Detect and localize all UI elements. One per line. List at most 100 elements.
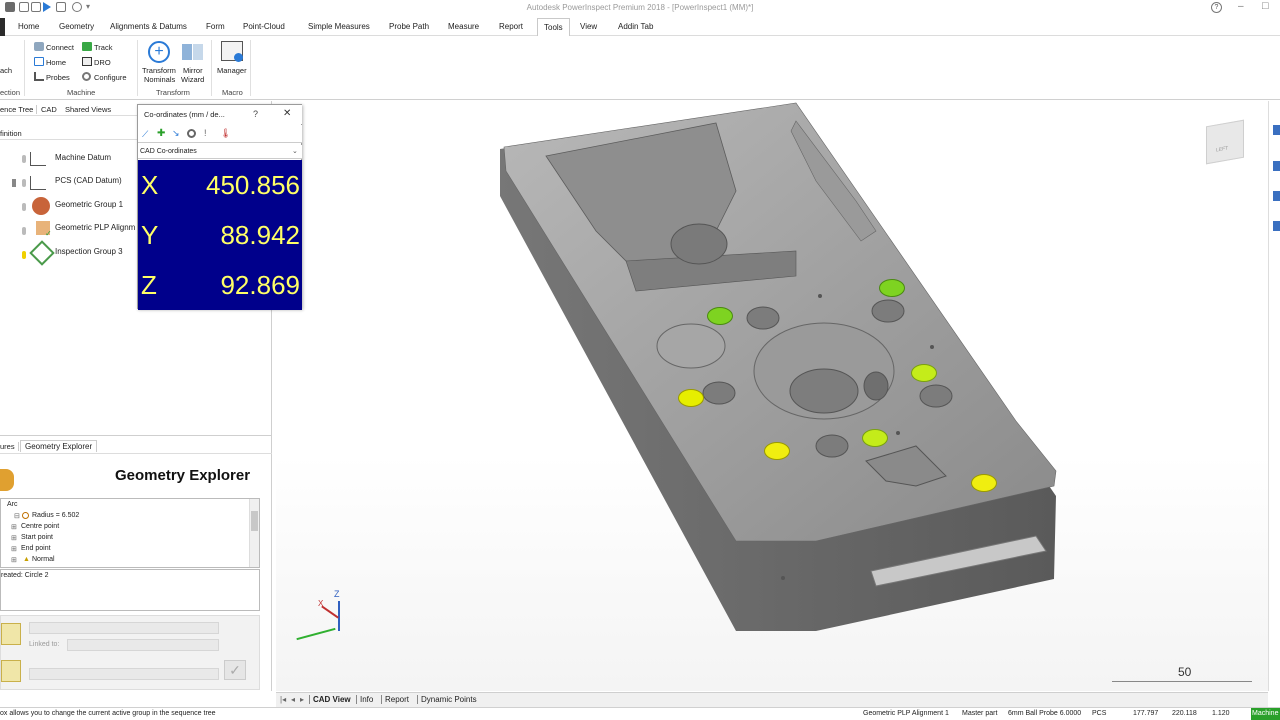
- coords-system-select[interactable]: CAD Co-ordinates ⌄: [138, 145, 302, 159]
- expand-icon[interactable]: ⊟: [14, 512, 20, 520]
- coords-help-icon[interactable]: ?: [253, 109, 258, 119]
- step-icon[interactable]: ↘: [172, 128, 180, 139]
- lightbulb-icon[interactable]: [22, 179, 26, 187]
- dro-button[interactable]: DRO: [94, 58, 111, 67]
- expand-icon[interactable]: ⊞: [11, 556, 17, 564]
- lightbulb-icon[interactable]: [22, 203, 26, 211]
- minimize-icon[interactable]: –: [1238, 1, 1244, 12]
- add-link-icon[interactable]: [1, 623, 21, 645]
- mirror-wizard-label-1[interactable]: Mirror: [183, 66, 203, 75]
- tool-icon[interactable]: [1273, 161, 1280, 171]
- lightbulb-icon[interactable]: [22, 227, 26, 235]
- explorer-item-start[interactable]: Start point: [21, 534, 53, 541]
- measured-point-green[interactable]: [879, 279, 905, 297]
- lightbulb-icon[interactable]: [22, 155, 26, 163]
- measured-point-yellow[interactable]: [971, 474, 997, 492]
- tab-simple-measures[interactable]: Simple Measures: [308, 22, 370, 31]
- chevron-down-icon[interactable]: ⌄: [292, 147, 298, 155]
- tool-icon[interactable]: [1273, 191, 1280, 201]
- track-button[interactable]: Track: [94, 43, 112, 52]
- hole: [702, 381, 736, 405]
- probes-button[interactable]: Probes: [46, 73, 70, 82]
- tool-icon[interactable]: [1273, 125, 1280, 135]
- explorer-item-arc[interactable]: Arc: [7, 501, 18, 508]
- tab-view[interactable]: View: [580, 22, 597, 31]
- cad-model[interactable]: [276, 101, 1268, 691]
- tab-dynamic-points[interactable]: Dynamic Points: [417, 695, 477, 704]
- tab-home[interactable]: Home: [18, 22, 39, 31]
- home-button[interactable]: Home: [46, 58, 66, 67]
- tab-geometry[interactable]: Geometry: [59, 22, 94, 31]
- transform-nominals-label-2[interactable]: Nominals: [144, 75, 175, 84]
- machine-status-badge[interactable]: Machine: [1251, 708, 1280, 720]
- tab-point-cloud[interactable]: Point-Cloud: [243, 22, 285, 31]
- tab-info[interactable]: Info: [356, 695, 373, 704]
- measured-point-yellow[interactable]: [764, 442, 790, 460]
- measured-point-green[interactable]: [707, 307, 733, 325]
- tab-features[interactable]: ures: [0, 442, 19, 451]
- probe-icon[interactable]: ⟋: [142, 129, 148, 140]
- tree-item-machine-datum[interactable]: Machine Datum: [55, 153, 111, 162]
- measured-point-yellowgreen[interactable]: [862, 429, 888, 447]
- expand-icon[interactable]: ⊞: [11, 523, 17, 531]
- mirror-wizard-label-2[interactable]: Wizard: [181, 75, 204, 84]
- tab-measure[interactable]: Measure: [448, 22, 479, 31]
- settings-icon[interactable]: [187, 129, 196, 138]
- tab-report[interactable]: Report: [381, 695, 409, 704]
- status-probe: 6mm Ball Probe 6.0000: [1008, 710, 1082, 717]
- active-marker-icon: [12, 179, 16, 187]
- mirror-wizard-icon-half: [193, 44, 203, 60]
- explorer-item-normal[interactable]: Normal: [32, 556, 55, 563]
- maximize-icon[interactable]: □: [1262, 0, 1269, 12]
- coords-titlebar[interactable]: Co-ordinates (mm / de... ? ✕: [138, 105, 302, 124]
- explorer-item-radius[interactable]: Radius = 6.502: [32, 512, 79, 519]
- tab-probe-path[interactable]: Probe Path: [389, 22, 429, 31]
- configure-button[interactable]: Configure: [94, 73, 127, 82]
- temperature-icon[interactable]: 🌡: [220, 128, 231, 139]
- explorer-scrollbar[interactable]: [249, 499, 259, 567]
- tab-addin[interactable]: Addin Tab: [618, 22, 653, 31]
- tree-item-plp-alignment[interactable]: Geometric PLP Alignm: [55, 223, 135, 232]
- measured-point-yellowgreen[interactable]: [911, 364, 937, 382]
- add-icon[interactable]: ✚: [157, 128, 165, 139]
- view-cube[interactable]: LEFT: [1206, 119, 1244, 165]
- tab-shared-views[interactable]: Shared Views: [65, 105, 111, 114]
- tab-tools[interactable]: Tools: [537, 18, 570, 37]
- tab-cad[interactable]: CAD: [41, 105, 57, 114]
- tab-form[interactable]: Form: [206, 22, 225, 31]
- scroll-prev-icon[interactable]: ◂: [291, 695, 295, 704]
- linked-to-select[interactable]: [67, 639, 219, 651]
- file-tab[interactable]: [0, 18, 5, 36]
- tool-icon[interactable]: [1273, 221, 1280, 231]
- tab-geometry-explorer[interactable]: Geometry Explorer: [20, 440, 98, 452]
- help-icon[interactable]: ?: [1211, 2, 1222, 13]
- cad-viewport[interactable]: LEFT Z X 50: [276, 101, 1268, 691]
- expand-icon[interactable]: ⊞: [11, 545, 17, 553]
- transform-nominals-label-1[interactable]: Transform: [142, 66, 176, 75]
- lightbulb-on-icon[interactable]: [22, 251, 26, 259]
- link-select-2[interactable]: [29, 668, 219, 680]
- info-icon[interactable]: ǃ: [204, 128, 207, 138]
- tab-alignments[interactable]: Alignments & Datums: [110, 22, 187, 31]
- tab-sequence-tree[interactable]: ence Tree: [0, 105, 38, 114]
- macro-group-title: Macro: [222, 88, 243, 97]
- tree-item-pcs[interactable]: PCS (CAD Datum): [55, 176, 122, 185]
- apply-check-icon[interactable]: ✓: [224, 660, 246, 680]
- scrollbar-thumb[interactable]: [251, 511, 258, 531]
- macro-manager-button[interactable]: Manager: [217, 66, 247, 75]
- tab-cad-view[interactable]: CAD View: [309, 695, 351, 704]
- tab-report[interactable]: Report: [499, 22, 523, 31]
- scroll-first-icon[interactable]: |◂: [280, 695, 286, 704]
- coords-close-icon[interactable]: ✕: [283, 108, 291, 119]
- connect-button[interactable]: Connect: [46, 43, 74, 52]
- expand-icon[interactable]: ⊞: [11, 534, 17, 542]
- scroll-next-icon[interactable]: ▸: [300, 695, 304, 704]
- tree-item-inspection-group-3[interactable]: Inspection Group 3: [55, 247, 123, 256]
- tree-item-geometric-group-1[interactable]: Geometric Group 1: [55, 200, 123, 209]
- edit-link-icon[interactable]: [1, 660, 21, 682]
- explorer-item-centre[interactable]: Centre point: [21, 523, 59, 530]
- link-select-1[interactable]: [29, 622, 219, 634]
- cut-button-label[interactable]: ach: [0, 66, 12, 75]
- measured-point-yellow[interactable]: [678, 389, 704, 407]
- explorer-item-end[interactable]: End point: [21, 545, 51, 552]
